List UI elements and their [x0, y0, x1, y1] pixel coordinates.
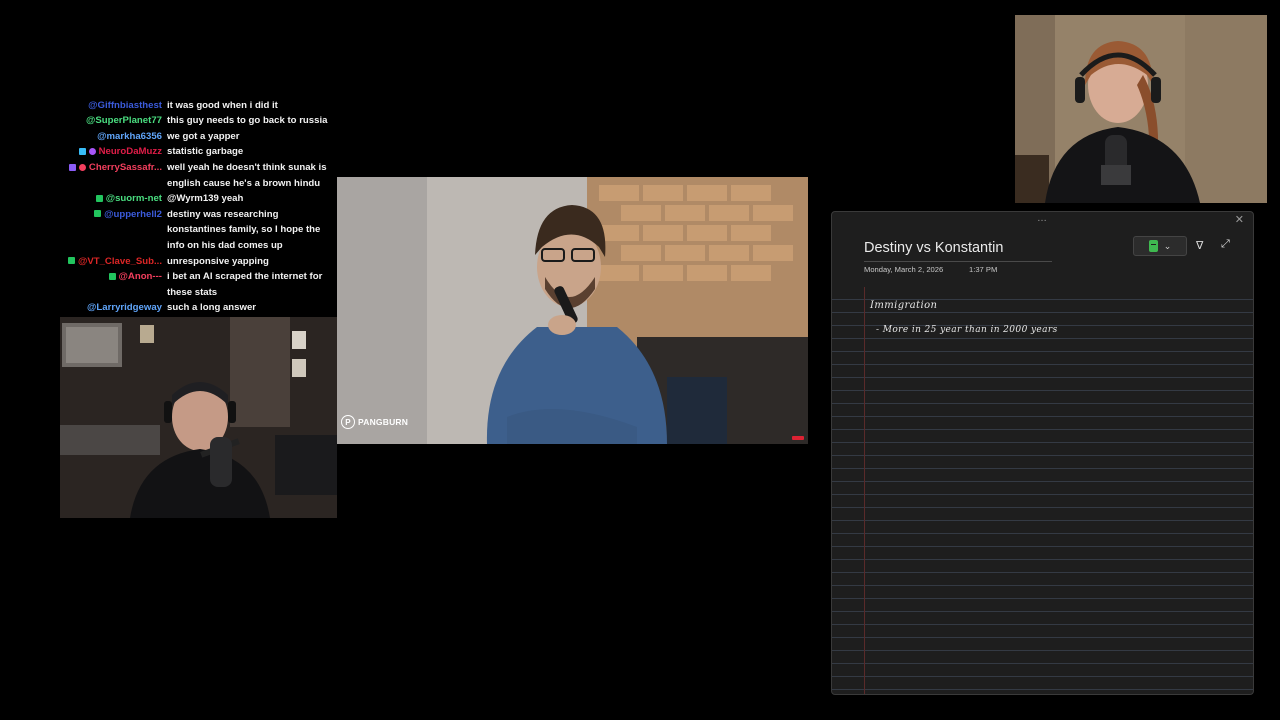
channel-watermark: P PANGBURN: [341, 415, 408, 429]
chat-message-text: unresponsive yapping: [167, 255, 269, 267]
chat-message: @VT_Clave_Sub... unresponsive yapping: [60, 254, 336, 270]
chat-username[interactable]: @Giffnbiasthest: [88, 100, 162, 111]
chat-message: CherrySassafr... well yeah he doesn't thi…: [60, 160, 336, 191]
expand-icon[interactable]: ⤢: [1221, 238, 1230, 251]
chat-message-list: @Giffnbiasthest it was good when i did it…: [60, 98, 336, 316]
chat-message-text: it was good when i did it: [167, 99, 278, 111]
chat-badge-icon: [88, 147, 96, 155]
chat-message: @Giffnbiasthest it was good when i did it: [60, 98, 336, 114]
chat-overlay: @Giffnbiasthest it was good when i did it…: [60, 92, 336, 316]
chat-message-text: such a long answer: [167, 302, 257, 314]
close-icon[interactable]: ✕: [1235, 213, 1244, 226]
chat-author[interactable]: @Anon---: [60, 269, 167, 300]
chat-message: NeuroDaMuzz statistic garbage: [60, 144, 336, 160]
chat-message: @markha6356 we got a yapper: [60, 129, 336, 145]
chat-author[interactable]: @SuperPlanet77: [60, 113, 167, 129]
chat-message-text: well yeah he doesn't think sunak is engl…: [167, 162, 327, 189]
chevron-down-icon: ⌄: [1163, 240, 1172, 251]
streamer-webcam-image: [60, 317, 337, 518]
pen-tool-button[interactable]: ⌄: [1133, 236, 1187, 256]
chat-message: @upperhell2 destiny was researching konst…: [60, 207, 336, 254]
drag-handle-icon[interactable]: …: [1037, 213, 1048, 224]
chat-message-text: this guy needs to go back to russia: [167, 115, 328, 127]
chat-badge-icon: [68, 163, 76, 171]
chat-message: @Larryridgeway such a long answer: [60, 300, 336, 316]
chat-message-text: @Wyrm139 yeah: [167, 193, 244, 205]
chat-badge-icon: [108, 272, 116, 280]
chat-author[interactable]: NeuroDaMuzz: [60, 144, 167, 160]
chat-message: @SuperPlanet77 this guy needs to go back …: [60, 113, 336, 129]
channel-watermark-text: PANGBURN: [358, 417, 409, 427]
chat-message: @Anon--- i bet an AI scraped the internet…: [60, 269, 336, 300]
page-date: Monday, March 2, 2026: [864, 265, 944, 274]
chat-message-text: statistic garbage: [167, 146, 244, 158]
chat-badge-icon: [94, 210, 102, 218]
chat-username[interactable]: @upperhell2: [104, 209, 162, 220]
chat-message-text: we got a yapper: [167, 130, 240, 142]
chat-badge-icon: [67, 257, 75, 265]
handwritten-note: - More in 25 year than in 2000 years: [876, 325, 1058, 335]
chat-author[interactable]: @VT_Clave_Sub...: [60, 254, 167, 270]
chat-author[interactable]: @Larryridgeway: [60, 300, 167, 316]
eraser-icon[interactable]: ∇: [1196, 239, 1203, 252]
chat-username[interactable]: @Anon---: [119, 271, 162, 282]
chat-message: @suorm-net @Wyrm139 yeah: [60, 191, 336, 207]
chat-username[interactable]: @SuperPlanet77: [86, 115, 162, 126]
chat-author[interactable]: @Giffnbiasthest: [60, 98, 167, 114]
title-divider: [864, 261, 1052, 262]
ruled-page[interactable]: [832, 287, 1253, 694]
page-time: 1:37 PM: [969, 265, 998, 274]
chat-author[interactable]: @upperhell2: [60, 207, 167, 254]
video-indicator-icon: [792, 436, 804, 440]
chat-message-text: destiny was researching konstantines fam…: [167, 208, 321, 252]
chat-username[interactable]: @VT_Clave_Sub...: [78, 256, 162, 267]
chat-author[interactable]: @suorm-net: [60, 191, 167, 207]
guest-webcam-image: [1015, 15, 1267, 203]
page-margin-line: [864, 287, 865, 694]
chat-author[interactable]: CherrySassafr...: [60, 160, 167, 191]
chat-username[interactable]: CherrySassafr...: [89, 162, 162, 173]
chat-author[interactable]: @markha6356: [60, 129, 167, 145]
chat-username[interactable]: NeuroDaMuzz: [99, 146, 162, 157]
chat-message-text: i bet an AI scraped the internet for the…: [167, 271, 323, 298]
notes-window[interactable]: … ✕ Destiny vs Konstantin Monday, March …: [831, 211, 1254, 695]
chat-username[interactable]: @Larryridgeway: [87, 302, 162, 313]
chat-username[interactable]: @markha6356: [97, 131, 162, 142]
chat-badge-icon: [78, 163, 86, 171]
chat-badge-icon: [95, 194, 103, 202]
pangburn-logo-icon: P: [341, 415, 355, 429]
streamer-webcam: [60, 317, 337, 518]
pen-icon: [1148, 240, 1158, 252]
debate-video-frame: [337, 177, 808, 444]
notes-title-bar[interactable]: … ✕: [832, 212, 1253, 226]
chat-username[interactable]: @suorm-net: [106, 193, 162, 204]
guest-webcam: [1015, 15, 1267, 203]
debate-video[interactable]: P PANGBURN: [337, 177, 808, 444]
page-title[interactable]: Destiny vs Konstantin: [864, 240, 1003, 256]
chat-badge-icon: [78, 147, 86, 155]
handwritten-heading: Immigration: [870, 300, 938, 311]
